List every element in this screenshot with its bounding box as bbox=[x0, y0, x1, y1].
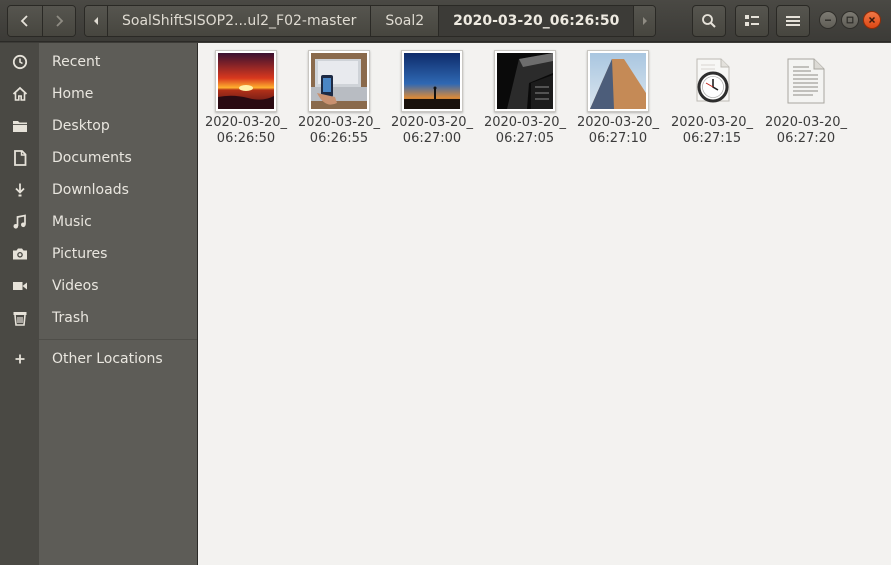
pending-file-thumbnail bbox=[681, 50, 743, 112]
sidebar-item-label: Pictures bbox=[52, 246, 108, 262]
sidebar-item-label: Home bbox=[52, 86, 94, 102]
sidebar-item-trash[interactable]: Trash bbox=[0, 302, 197, 334]
maximize-button[interactable] bbox=[841, 11, 859, 29]
chevron-left-icon bbox=[20, 15, 28, 27]
image-thumbnail bbox=[215, 50, 277, 112]
image-thumbnail bbox=[308, 50, 370, 112]
back-button[interactable] bbox=[8, 6, 42, 36]
sidebar-item-recent[interactable]: Recent bbox=[0, 46, 197, 78]
path-scroll-right-button[interactable] bbox=[633, 6, 656, 36]
silhouette-thumbnail-icon bbox=[404, 53, 460, 109]
laptop-thumbnail-icon bbox=[311, 53, 367, 109]
file-name: 2020-03-20_ 06:27:15 bbox=[670, 115, 754, 146]
home-icon bbox=[0, 78, 39, 110]
window-controls bbox=[819, 11, 881, 29]
sunset-thumbnail-icon bbox=[218, 53, 274, 109]
sidebar: Recent Home Desktop Documents Downloads … bbox=[0, 43, 197, 565]
file-name: 2020-03-20_ 06:27:00 bbox=[390, 115, 474, 146]
file-item[interactable]: 2020-03-20_ 06:26:55 bbox=[294, 50, 384, 147]
file-item[interactable]: 2020-03-20_ 06:27:10 bbox=[573, 50, 663, 147]
file-item[interactable]: 2020-03-20_ 06:27:05 bbox=[480, 50, 570, 147]
image-thumbnail bbox=[494, 50, 556, 112]
sidebar-item-music[interactable]: Music bbox=[0, 206, 197, 238]
camera-icon bbox=[0, 238, 39, 270]
clock-icon bbox=[0, 46, 39, 78]
forward-button[interactable] bbox=[41, 6, 75, 36]
sidebar-item-documents[interactable]: Documents bbox=[0, 142, 197, 174]
building-thumbnail-icon bbox=[497, 53, 553, 109]
path-segment-parent[interactable]: SoalShiftSISOP2...ul2_F02-master bbox=[107, 6, 371, 36]
image-thumbnail bbox=[401, 50, 463, 112]
folder-icon bbox=[0, 110, 39, 142]
sidebar-item-label: Downloads bbox=[52, 182, 129, 198]
clock-document-icon bbox=[696, 58, 730, 103]
sidebar-item-label: Videos bbox=[52, 278, 99, 294]
sidebar-item-label: Other Locations bbox=[52, 351, 163, 367]
close-button[interactable] bbox=[863, 11, 881, 29]
sidebar-item-desktop[interactable]: Desktop bbox=[0, 110, 197, 142]
sidebar-separator bbox=[39, 339, 197, 340]
search-button[interactable] bbox=[692, 5, 726, 37]
list-view-icon bbox=[745, 15, 759, 26]
view-mode-button[interactable] bbox=[735, 5, 769, 37]
header-bar: SoalShiftSISOP2...ul2_F02-master Soal2 2… bbox=[0, 0, 891, 42]
text-document-icon bbox=[787, 58, 825, 104]
search-icon bbox=[702, 14, 716, 28]
file-item[interactable]: 2020-03-20_ 06:27:00 bbox=[387, 50, 477, 147]
plus-icon bbox=[0, 343, 39, 375]
sidebar-item-home[interactable]: Home bbox=[0, 78, 197, 110]
file-name: 2020-03-20_ 06:27:05 bbox=[483, 115, 567, 146]
file-name: 2020-03-20_ 06:26:50 bbox=[204, 115, 288, 146]
document-icon bbox=[0, 142, 39, 174]
minimize-icon bbox=[825, 19, 831, 21]
text-file-thumbnail bbox=[775, 50, 837, 112]
triangle-right-icon bbox=[642, 17, 647, 25]
path-scroll-left-button[interactable] bbox=[85, 6, 107, 36]
hamburger-menu-icon bbox=[786, 16, 800, 26]
file-view[interactable]: 2020-03-20_ 06:26:50 2020-03-20_ 06:26:5… bbox=[197, 43, 891, 565]
file-name: 2020-03-20_ 06:26:55 bbox=[297, 115, 381, 146]
sidebar-item-other-locations[interactable]: Other Locations bbox=[0, 343, 197, 375]
path-segment-soal2[interactable]: Soal2 bbox=[370, 6, 439, 36]
sidebar-item-pictures[interactable]: Pictures bbox=[0, 238, 197, 270]
sidebar-item-label: Music bbox=[52, 214, 92, 230]
sidebar-item-downloads[interactable]: Downloads bbox=[0, 174, 197, 206]
download-icon bbox=[0, 174, 39, 206]
music-icon bbox=[0, 206, 39, 238]
close-icon bbox=[868, 16, 876, 24]
file-name: 2020-03-20_ 06:27:20 bbox=[764, 115, 848, 146]
path-segment-current[interactable]: 2020-03-20_06:26:50 bbox=[438, 6, 634, 36]
triangle-left-icon bbox=[94, 17, 98, 25]
video-icon bbox=[0, 270, 39, 302]
file-name: 2020-03-20_ 06:27:10 bbox=[576, 115, 660, 146]
minimize-button[interactable] bbox=[819, 11, 837, 29]
sidebar-item-label: Recent bbox=[52, 54, 101, 70]
image-thumbnail bbox=[587, 50, 649, 112]
chevron-right-icon bbox=[56, 15, 64, 27]
file-item[interactable]: 2020-03-20_ 06:27:15 bbox=[667, 50, 757, 147]
sidebar-item-label: Documents bbox=[52, 150, 132, 166]
maximize-icon bbox=[846, 16, 854, 24]
trash-icon bbox=[0, 302, 39, 334]
sidebar-item-label: Desktop bbox=[52, 118, 110, 134]
file-item[interactable]: 2020-03-20_ 06:26:50 bbox=[201, 50, 291, 147]
sidebar-item-videos[interactable]: Videos bbox=[0, 270, 197, 302]
dune-thumbnail-icon bbox=[590, 53, 646, 109]
sidebar-item-label: Trash bbox=[52, 310, 89, 326]
file-item[interactable]: 2020-03-20_ 06:27:20 bbox=[761, 50, 851, 147]
menu-button[interactable] bbox=[776, 5, 810, 37]
path-bar: SoalShiftSISOP2...ul2_F02-master Soal2 2… bbox=[84, 5, 657, 37]
navigation-buttons bbox=[7, 5, 76, 37]
